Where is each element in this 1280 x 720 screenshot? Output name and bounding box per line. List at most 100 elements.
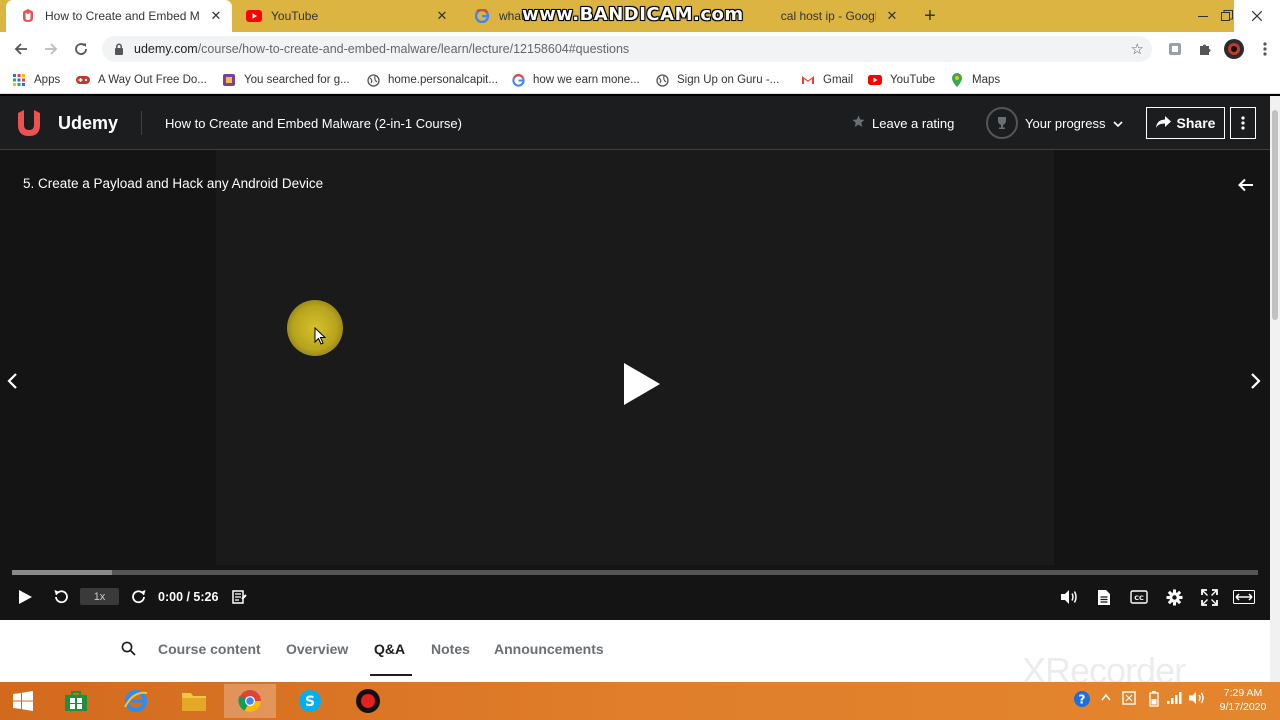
windows-taskbar: S ? 7:29 AM 9/17/2020 [0,682,1280,720]
bookmark-label: Gmail [823,74,854,86]
forward-arrow-icon[interactable] [39,38,63,60]
chrome-taskbar-icon[interactable] [224,684,276,718]
bookmark-label: how we earn mone... [533,74,640,86]
udemy-favicon [20,8,36,24]
tray-overflow-chevron-icon[interactable] [1101,692,1111,704]
share-button[interactable]: Share [1146,107,1225,139]
scrollbar-thumb[interactable] [1272,110,1278,320]
seek-buffered [12,570,112,575]
globe-icon [366,73,380,87]
bookmark-guru[interactable]: Sign Up on Guru -... [655,71,779,89]
star-icon [852,115,865,131]
tray-app-icon[interactable] [1122,691,1136,708]
extension-icon[interactable] [1163,38,1187,60]
bandicam-record-icon[interactable] [342,684,394,718]
wifi-signal-icon[interactable] [1166,691,1182,708]
bookmark-gmail[interactable]: Gmail [801,71,853,89]
svg-text:?: ? [1079,693,1086,707]
transcript-icon[interactable] [1093,586,1115,608]
search-icon[interactable] [121,641,136,661]
previous-lecture-chevron-icon[interactable] [6,372,18,395]
close-tab-icon[interactable]: ✕ [208,8,224,24]
speaker-icon[interactable] [1188,691,1206,708]
chrome-menu-icon[interactable] [1253,38,1277,60]
mouse-cursor-icon [314,326,327,350]
google-favicon [474,8,490,24]
bookmark-how-we-earn[interactable]: how we earn mone... [511,71,640,89]
playback-speed-button[interactable]: 1x [80,588,119,605]
browser-toolbar: udemy.com/course/how-to-create-and-embed… [0,32,1280,66]
time-display: 0:00 / 5:26 [158,590,219,604]
back-arrow-icon[interactable] [9,38,33,60]
svg-text:CC: CC [1134,594,1144,602]
next-lecture-chevron-icon[interactable] [1250,372,1262,395]
course-title[interactable]: How to Create and Embed Malware (2-in-1 … [165,116,462,131]
more-options-icon[interactable] [1230,107,1256,139]
bookmark-youtube[interactable]: YouTube [868,71,935,89]
help-icon[interactable]: ? [1073,690,1091,711]
udemy-logo-icon [18,110,40,136]
bookmark-maps[interactable]: Maps [950,71,1000,89]
tab-notes[interactable]: Notes [431,641,470,657]
leave-rating-label: Leave a rating [872,115,955,131]
expand-theater-icon[interactable] [1233,586,1255,608]
settings-gear-icon[interactable] [1163,586,1185,608]
add-note-icon[interactable] [228,586,250,608]
reload-icon[interactable] [69,38,93,60]
your-progress-label: Your progress [1025,115,1106,131]
udemy-logo[interactable]: Udemy [14,109,118,137]
player-controls: 1x 0:00 / 5:26 CC [0,582,1270,612]
bookmark-label: Maps [972,74,1001,86]
bookmarks-bar: Apps A Way Out Free Do... You searched f… [0,66,1280,94]
address-bar[interactable]: udemy.com/course/how-to-create-and-embed… [102,36,1152,62]
clock-date: 9/17/2020 [1219,701,1267,713]
close-window-icon[interactable] [1234,0,1280,32]
play-big-icon[interactable] [620,361,664,412]
tab-youtube[interactable]: YouTube ✕ [232,0,458,32]
new-tab-button[interactable]: + [920,6,940,26]
fullscreen-icon[interactable] [1198,586,1220,608]
battery-icon[interactable] [1149,691,1159,710]
taskbar-clock[interactable]: 7:29 AM 9/17/2020 [1216,686,1270,714]
video-player[interactable]: 5. Create a Payload and Hack any Android… [0,150,1270,620]
clock-time: 7:29 AM [1223,687,1263,699]
leave-rating-button[interactable]: Leave a rating [852,115,954,131]
your-progress-dropdown[interactable]: Your progress [986,107,1124,139]
bookmark-site-icon [222,73,236,87]
maps-pin-icon [950,73,964,87]
seek-bar[interactable] [12,570,1258,575]
skype-icon[interactable]: S [284,684,336,718]
profile-avatar[interactable] [1222,38,1246,60]
tab-udemy-course[interactable]: How to Create and Embed Malwa ✕ [6,0,232,32]
bookmark-personal-capital[interactable]: home.personalcapit... [366,71,498,89]
bookmark-apps[interactable]: Apps [12,71,60,89]
page-scrollbar[interactable] [1270,96,1280,682]
share-label: Share [1176,115,1216,131]
bookmark-a-way-out[interactable]: A Way Out Free Do... [76,71,207,89]
tab-overview[interactable]: Overview [286,641,348,657]
tab-qa[interactable]: Q&A [374,641,405,657]
file-explorer-icon[interactable] [168,684,220,718]
volume-icon[interactable] [1058,586,1080,608]
store-icon[interactable] [50,684,102,718]
internet-explorer-icon[interactable] [110,684,162,718]
close-tab-icon[interactable]: ✕ [884,8,900,24]
youtube-favicon [246,8,262,24]
puzzle-extensions-icon[interactable] [1193,38,1217,60]
captions-icon[interactable]: CC [1128,586,1150,608]
logo-text: Udemy [58,112,119,133]
svg-text:S: S [305,694,315,710]
tab-announcements[interactable]: Announcements [494,641,604,657]
forward-5-icon[interactable] [128,586,150,608]
bookmark-you-searched[interactable]: You searched for g... [222,71,350,89]
collapse-sidebar-arrow-icon[interactable] [1238,178,1254,197]
share-arrow-icon [1155,115,1171,131]
rewind-5-icon[interactable] [50,586,72,608]
tab-course-content[interactable]: Course content [158,641,261,657]
bookmark-label: YouTube [890,74,936,86]
video-frame[interactable] [216,150,1054,565]
close-tab-icon[interactable]: ✕ [434,8,450,24]
play-icon[interactable] [14,586,36,608]
windows-start-icon[interactable] [0,684,46,718]
bookmark-star-icon[interactable]: ☆ [1131,40,1144,58]
